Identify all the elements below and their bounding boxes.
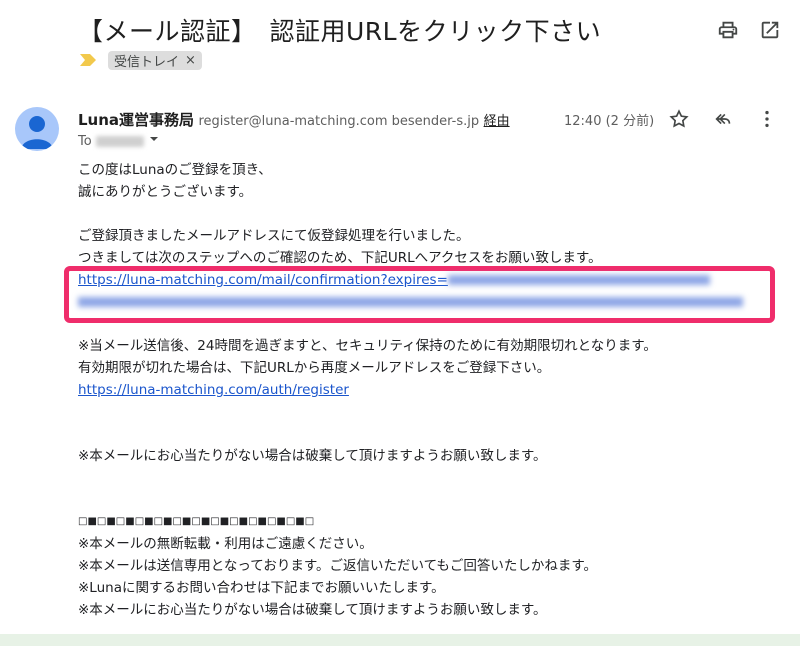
star-icon[interactable] [668, 108, 690, 134]
to-label: To [78, 133, 92, 149]
received-time: 12:40 (2 分前) [564, 114, 655, 129]
sender-name[interactable]: Luna運営事務局 [78, 111, 194, 129]
body-line: ※本メールの無断転載・利用はご遠慮ください。 [78, 536, 373, 552]
message-actions [668, 108, 778, 134]
body-line: ※本メールにお心当たりがない場合は破棄して頂けますようお願い致します。 [78, 448, 547, 464]
body-line: ※本メールにお心当たりがない場合は破棄して頂けますようお願い致します。 [78, 602, 547, 618]
remove-label-button[interactable]: × [185, 53, 196, 68]
open-in-new-icon[interactable] [758, 18, 782, 42]
confirmation-link[interactable]: https://luna-matching.com/mail/confirmat… [78, 272, 448, 288]
register-link[interactable]: https://luna-matching.com/auth/register [78, 382, 349, 398]
email-subject: 【メール認証】 認証用URLをクリック下さい [78, 17, 602, 46]
body-line: ※本メールは送信専用となっております。ご返信いただいてもご回答いたしかねます。 [78, 558, 598, 574]
inbox-label-chip[interactable]: 受信トレイ × [108, 51, 202, 70]
body-line: ご登録頂きましたメールアドレスにて仮登録処理を行いました。 [78, 228, 470, 244]
separator-line: □■□■□■□■□■□■□■□■□■□■□■□■□ [78, 516, 315, 527]
top-actions [716, 18, 782, 42]
body-line: 誠にありがとうございます。 [78, 184, 253, 200]
bottom-strip [0, 634, 800, 646]
avatar[interactable] [15, 107, 59, 151]
body-line: この度はLunaのご登録を頂き、 [78, 162, 272, 178]
email-body: この度はLunaのご登録を頂き、 誠にありがとうございます。 ご登録頂きましたメ… [78, 159, 778, 621]
label-arrow-icon [80, 51, 96, 70]
confirmation-link-line[interactable]: https://luna-matching.com/mail/confirmat… [78, 269, 778, 291]
sender-line: Luna運営事務局 register@luna-matching.com bes… [78, 109, 510, 130]
confirmation-link-redacted[interactable] [447, 275, 710, 285]
more-vert-icon[interactable] [756, 108, 778, 134]
body-line: 有効期限が切れた場合は、下記URLから再度メールアドレスをご登録下さい。 [78, 360, 551, 376]
body-line: つきましては次のステップへのご確認のため、下記URLへアクセスをお願い致します。 [78, 250, 602, 266]
chevron-down-icon[interactable] [148, 133, 160, 149]
sender-address: register@luna-matching.com besender-s.jp [198, 114, 480, 129]
recipient-row[interactable]: To [78, 133, 160, 149]
inbox-label-text: 受信トレイ [114, 55, 180, 70]
confirmation-link-line-2[interactable] [78, 291, 778, 313]
body-line: ※当メール送信後、24時間を過ぎますと、セキュリティ保持のために有効期限切れとな… [78, 338, 657, 354]
print-icon[interactable] [716, 18, 740, 42]
confirmation-link-redacted-2[interactable] [78, 297, 743, 307]
recipient-redacted [95, 135, 144, 147]
sender-via-link[interactable]: 経由 [484, 114, 510, 129]
body-line: ※Lunaに関するお問い合わせは下記までお願いいたします。 [78, 580, 445, 596]
reply-icon[interactable] [712, 108, 734, 134]
label-row: 受信トレイ × [80, 51, 202, 70]
